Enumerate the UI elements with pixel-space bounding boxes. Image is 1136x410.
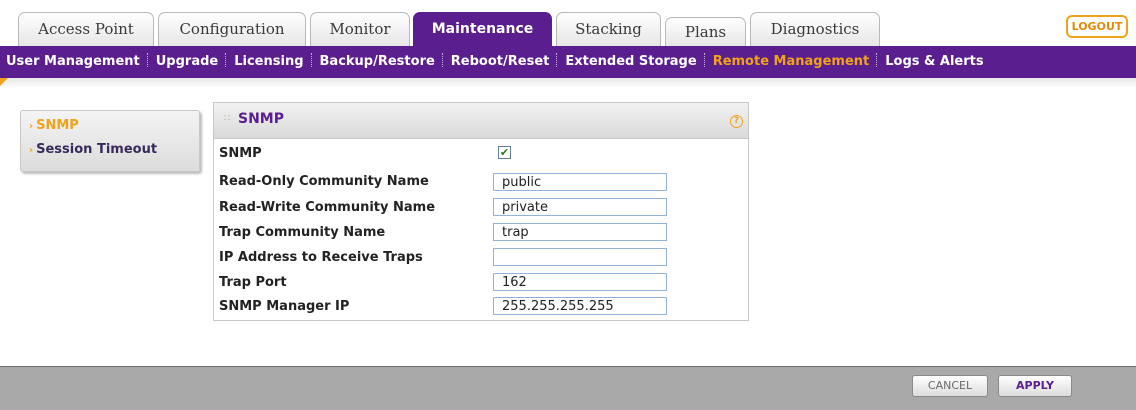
app-window: Access Point Configuration Monitor Maint… xyxy=(0,0,1136,410)
trap-ip-address-input[interactable] xyxy=(493,248,667,266)
read-write-community-input[interactable] xyxy=(493,198,667,216)
trap-port-input[interactable] xyxy=(493,273,667,291)
footer-action-bar: CANCEL APPLY xyxy=(0,366,1136,410)
trap-ip-address-label: IP Address to Receive Traps xyxy=(219,250,423,265)
subnav-divider xyxy=(146,53,149,67)
chevron-right-icon: › xyxy=(29,145,34,156)
tab-access-point[interactable]: Access Point xyxy=(18,12,154,46)
left-menu-item-label: SNMP xyxy=(36,118,79,133)
trap-port-label: Trap Port xyxy=(219,275,287,290)
subnav-divider xyxy=(876,53,878,67)
read-write-community-label: Read-Write Community Name xyxy=(219,200,436,215)
trap-community-label: Trap Community Name xyxy=(219,225,386,240)
subnav-divider xyxy=(703,53,706,67)
subnav-divider xyxy=(225,53,227,67)
left-menu-item-snmp[interactable]: › SNMP xyxy=(29,118,79,133)
subnav-upgrade[interactable]: Upgrade xyxy=(156,54,218,69)
panel-title: SNMP xyxy=(238,111,284,127)
snmp-panel: ∷ SNMP ? SNMP ✔ Read-Only Community Name… xyxy=(213,102,749,321)
subnav-extended-storage[interactable]: Extended Storage xyxy=(565,54,696,69)
subnav-divider xyxy=(556,53,558,67)
tab-monitor[interactable]: Monitor xyxy=(310,12,410,46)
snmp-manager-ip-label: SNMP Manager IP xyxy=(219,299,350,314)
subnav-logs-alerts[interactable]: Logs & Alerts xyxy=(885,54,983,69)
tab-plans[interactable]: Plans xyxy=(665,17,746,46)
left-menu-item-session-timeout[interactable]: › Session Timeout xyxy=(29,142,157,157)
tab-configuration[interactable]: Configuration xyxy=(158,12,306,46)
cancel-button[interactable]: CANCEL xyxy=(912,375,988,397)
subnav-backup-restore[interactable]: Backup/Restore xyxy=(320,54,435,69)
accent-corner-mark xyxy=(0,78,8,86)
panel-header: ∷ SNMP ? xyxy=(214,103,748,139)
read-only-community-label: Read-Only Community Name xyxy=(219,174,429,189)
nav-shadow-strip xyxy=(0,78,1136,88)
subnav-reboot-reset[interactable]: Reboot/Reset xyxy=(451,54,550,69)
left-menu-item-label: Session Timeout xyxy=(36,142,158,157)
subnav-divider xyxy=(441,53,444,67)
trap-community-input[interactable] xyxy=(493,223,667,241)
subnav-user-management[interactable]: User Management xyxy=(6,54,140,69)
sub-nav-bar: User Management Upgrade Licensing Backup/Re… xyxy=(0,46,1136,78)
tab-maintenance[interactable]: Maintenance xyxy=(413,12,552,47)
subnav-remote-management[interactable]: Remote Management xyxy=(713,54,870,69)
drag-grip-icon: ∷ xyxy=(224,113,231,124)
snmp-enable-label: SNMP xyxy=(219,146,262,161)
apply-button[interactable]: APPLY xyxy=(998,375,1072,397)
left-menu: › SNMP › Session Timeout xyxy=(20,110,200,172)
top-tab-bar: Access Point Configuration Monitor Maint… xyxy=(0,0,1136,47)
help-icon[interactable]: ? xyxy=(730,115,743,128)
subnav-licensing[interactable]: Licensing xyxy=(234,54,303,69)
snmp-enable-checkbox[interactable]: ✔ xyxy=(498,146,511,159)
chevron-right-icon: › xyxy=(29,121,34,132)
read-only-community-input[interactable] xyxy=(493,173,667,191)
tab-diagnostics[interactable]: Diagnostics xyxy=(750,12,880,46)
logout-button[interactable]: LOGOUT xyxy=(1066,15,1128,38)
tab-stacking[interactable]: Stacking xyxy=(556,12,661,46)
subnav-divider xyxy=(310,53,313,67)
snmp-manager-ip-input[interactable] xyxy=(493,297,667,315)
